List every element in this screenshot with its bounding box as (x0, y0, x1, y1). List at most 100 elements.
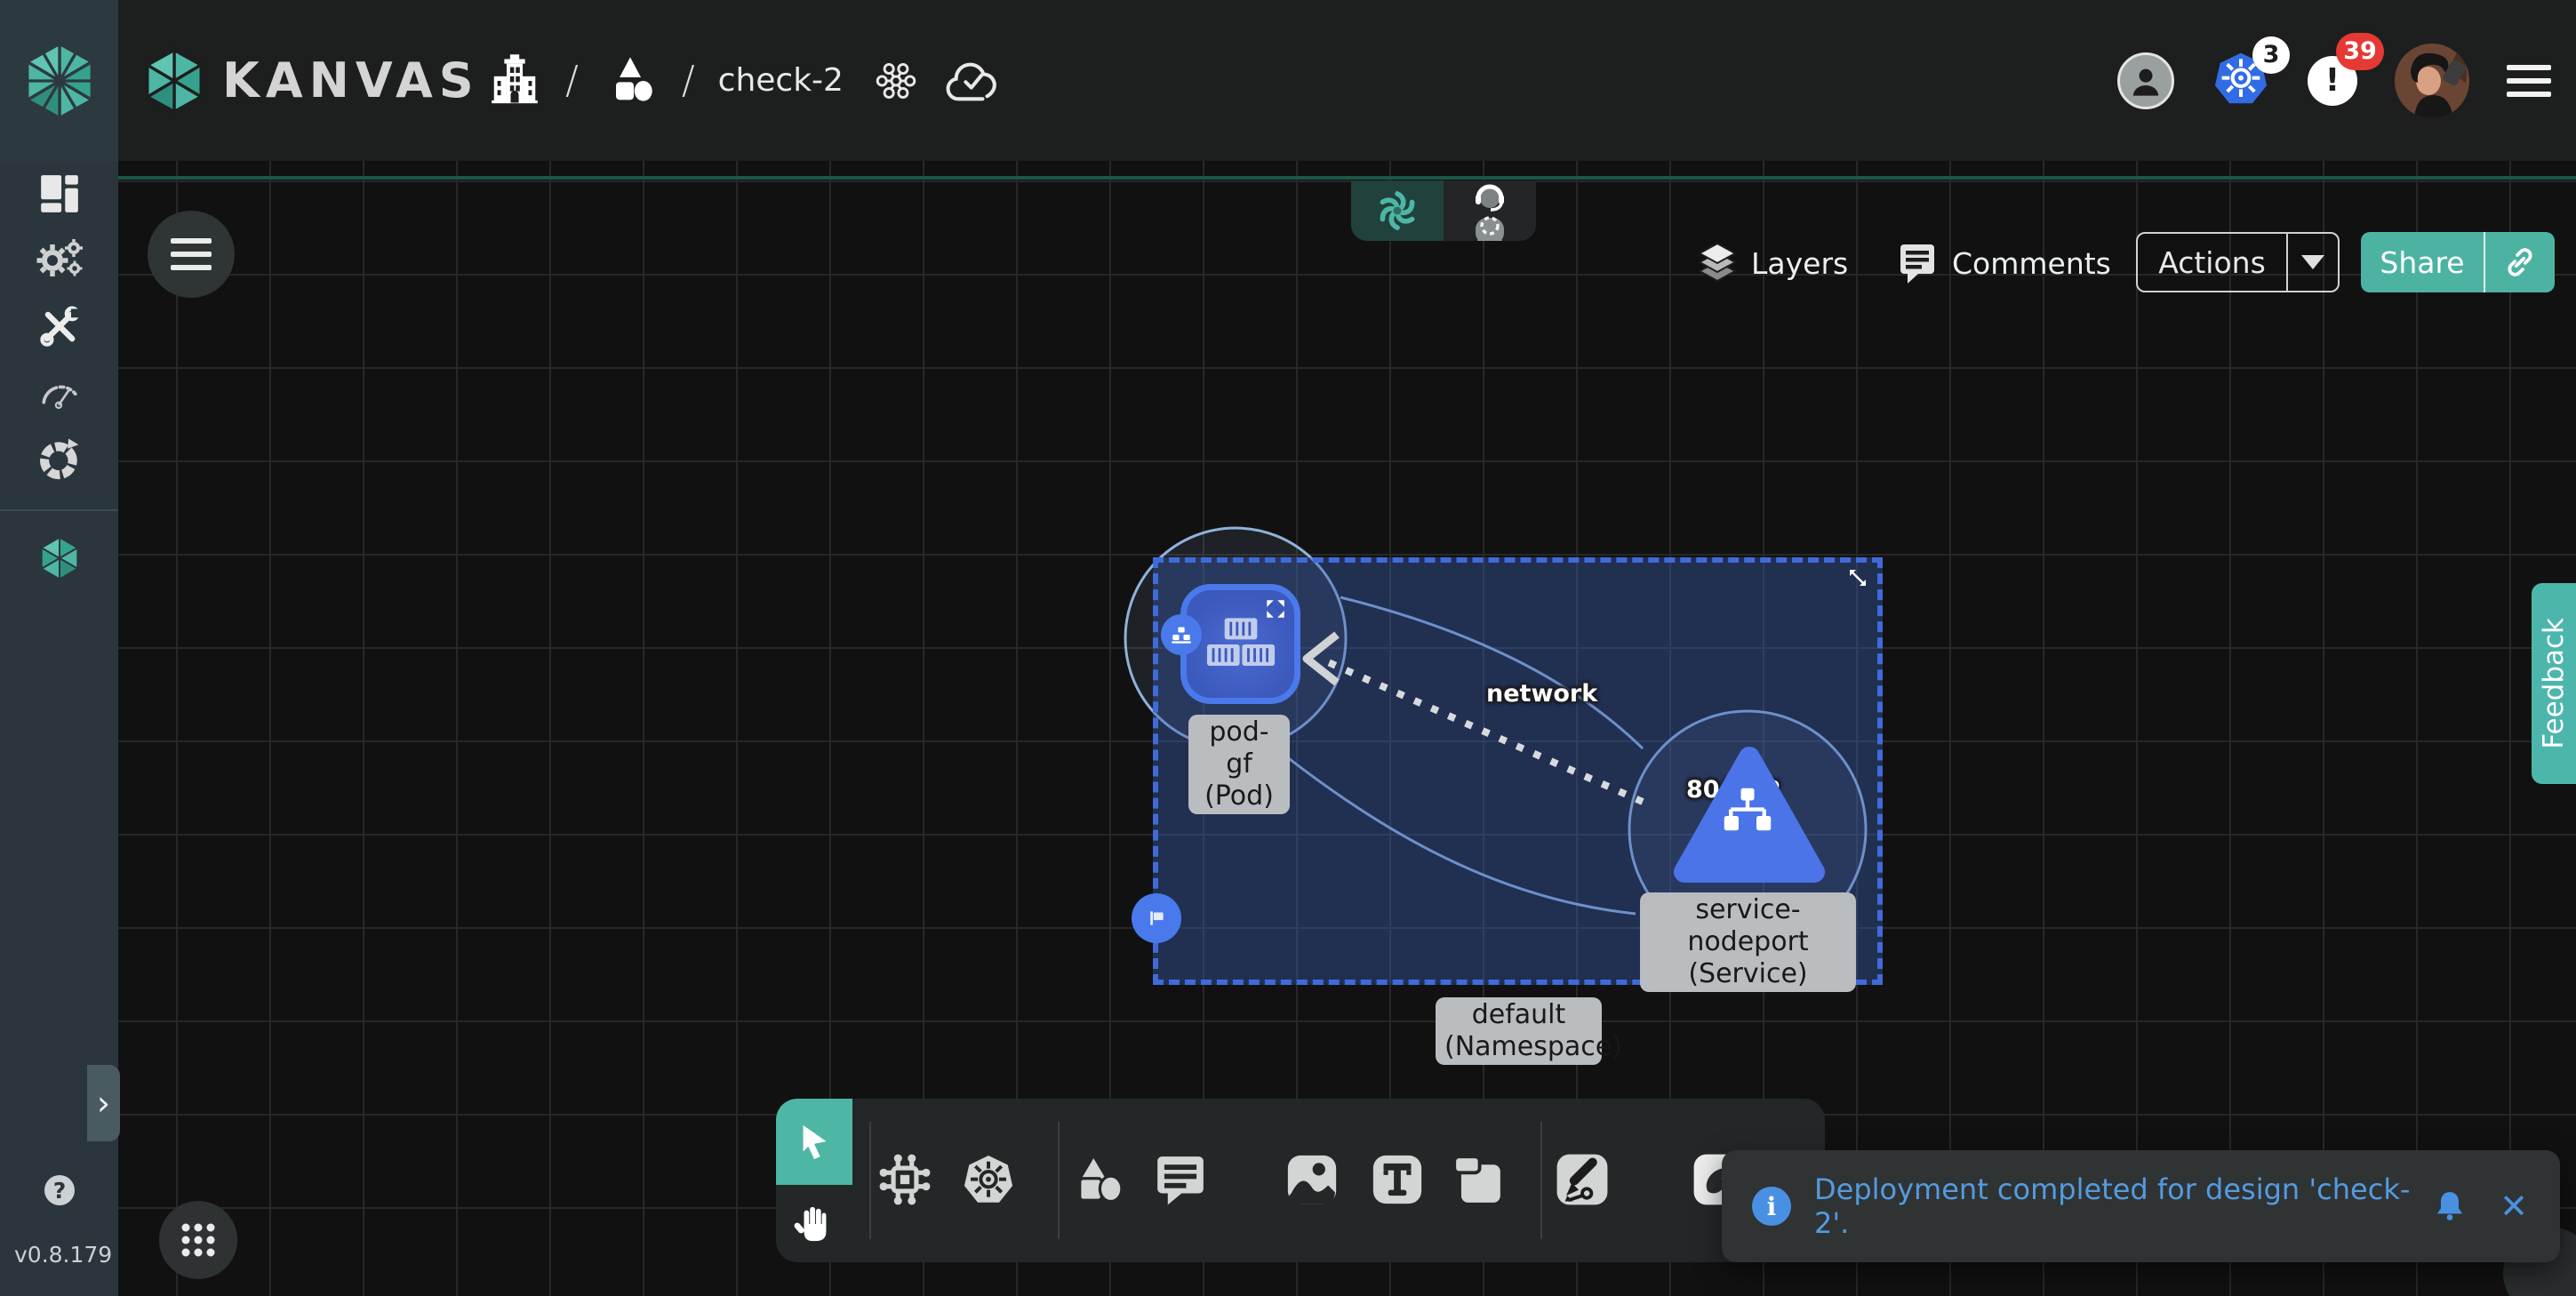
actions-button[interactable]: Actions (2136, 232, 2340, 292)
header-right: 3 ! 39 (2117, 0, 2551, 161)
person-icon (2128, 63, 2164, 99)
meshery-logo-icon (21, 38, 98, 124)
actions-dropdown[interactable] (2288, 255, 2338, 269)
edge-label: network (1486, 680, 1597, 708)
anonymous-avatar[interactable] (2117, 52, 2174, 109)
layers-button[interactable]: Layers (1698, 229, 1848, 297)
breadcrumb: / / check-2 (487, 0, 1002, 161)
pod-kind: (Pod) (1197, 780, 1281, 812)
hand-icon (794, 1204, 835, 1244)
meshery-swirl-icon (1373, 187, 1421, 235)
grid-dots-icon (179, 1220, 218, 1260)
sidebar-item-configuration[interactable] (0, 303, 118, 349)
namespace-badge[interactable] (1132, 893, 1181, 943)
share-label: Share (2361, 245, 2484, 280)
pod-badge[interactable] (1161, 614, 1202, 655)
resize-handle-icon[interactable] (1847, 567, 1868, 588)
toolbar-divider (1058, 1122, 1060, 1239)
app-title: KANVAS (222, 52, 480, 108)
pod-badge-icon (1170, 625, 1193, 644)
kubernetes-tool-icon[interactable] (960, 1152, 1017, 1209)
sidebar-logo-block[interactable] (0, 0, 118, 161)
menu-button[interactable] (2507, 65, 2551, 97)
collaborator-meshery[interactable] (1351, 180, 1444, 241)
design-nodes-icon[interactable] (872, 57, 920, 105)
collaborator-support-user[interactable] (1444, 180, 1536, 241)
bottom-toolbar (776, 1099, 1825, 1262)
breadcrumb-separator: / (565, 58, 579, 103)
image-tool-icon[interactable] (1284, 1152, 1340, 1207)
sidebar-item-kanvas[interactable] (0, 534, 118, 582)
copy-link-button[interactable] (2485, 244, 2555, 280)
gauge-icon (36, 369, 83, 410)
cloud-saved-icon (943, 55, 1002, 107)
share-button[interactable]: Share (2361, 232, 2555, 292)
link-icon (2502, 244, 2538, 280)
select-tool[interactable] (776, 1099, 852, 1185)
headset-user-icon (1454, 182, 1525, 241)
apps-grid-button[interactable] (159, 1201, 237, 1279)
sidebar-item-performance[interactable] (0, 369, 118, 410)
collaborator-panel (1351, 180, 1536, 241)
deployment-toast: i Deployment completed for design 'check… (1722, 1150, 2560, 1262)
kanvas-app: network 80/TCP pod-gf (P (0, 0, 2576, 1296)
toast-message: Deployment completed for design 'check-2… (1814, 1172, 2432, 1240)
service-kind: (Service) (1649, 958, 1847, 990)
notification-count-badge: 39 (2336, 33, 2384, 70)
sidebar-divider (0, 509, 118, 511)
gears-icon (36, 237, 84, 282)
service-name: service-nodeport (1649, 894, 1847, 958)
sidebar-expand-button[interactable]: › (87, 1065, 120, 1141)
sidebar-item-extensions[interactable] (0, 435, 118, 483)
components-tool-icon[interactable] (877, 1152, 932, 1207)
close-icon[interactable]: ✕ (2500, 1187, 2528, 1226)
tools-icon (36, 303, 83, 349)
canvas-menu-button[interactable] (148, 211, 235, 298)
actions-label: Actions (2138, 245, 2286, 280)
cursor-icon (794, 1122, 835, 1163)
view-controls: Layers Comments Actions Share (1689, 229, 2569, 297)
service-label[interactable]: service-nodeport (Service) (1640, 892, 1856, 992)
version-text: v0.8.179 (14, 1242, 112, 1268)
pan-tool[interactable] (776, 1185, 852, 1262)
pen-tool-icon[interactable] (1555, 1152, 1610, 1207)
kubernetes-count-badge: 3 (2252, 36, 2290, 74)
brand[interactable]: KANVAS (142, 0, 480, 161)
pod-name: pod-gf (1197, 716, 1281, 780)
note-tool-icon[interactable] (1450, 1152, 1505, 1207)
breadcrumb-design-name[interactable]: check-2 (718, 62, 844, 99)
service-tree-icon (1721, 786, 1774, 837)
comment-tool-icon[interactable] (1153, 1152, 1208, 1207)
toolbar-divider (869, 1122, 871, 1239)
comments-button[interactable]: Comments (1897, 229, 2111, 297)
layers-icon (1698, 242, 1737, 284)
notifications-button[interactable]: ! 39 (2308, 56, 2357, 106)
kubernetes-context-switcher[interactable]: 3 (2212, 51, 2270, 111)
feedback-label: Feedback (2538, 618, 2570, 749)
layers-label: Layers (1751, 246, 1848, 281)
designs-icon[interactable] (602, 52, 659, 109)
namespace-label[interactable]: default (Namespace) (1436, 997, 1602, 1065)
kanvas-hex-icon (37, 534, 82, 582)
comments-label: Comments (1952, 246, 2111, 281)
feedback-tab[interactable]: Feedback (2532, 583, 2576, 784)
bell-icon[interactable] (2432, 1188, 2468, 1225)
shapes-tool-icon[interactable] (1073, 1152, 1128, 1207)
info-icon: i (1752, 1187, 1791, 1226)
namespace-kind: (Namespace) (1444, 1031, 1593, 1063)
breadcrumb-separator: / (682, 58, 695, 103)
help-icon: ? (53, 1178, 67, 1204)
containers-icon (1202, 617, 1280, 672)
pod-label[interactable]: pod-gf (Pod) (1188, 715, 1290, 814)
canvas-accent-line (118, 176, 2576, 180)
app-header: KANVAS (0, 0, 2576, 161)
chevron-down-icon (2301, 255, 2324, 269)
organization-icon[interactable] (487, 52, 542, 109)
user-avatar-image (2395, 44, 2469, 118)
sidebar-item-dashboard[interactable] (0, 172, 118, 216)
user-avatar[interactable] (2395, 44, 2469, 118)
chevron-right-icon: › (97, 1084, 110, 1123)
sidebar-item-lifecycle[interactable] (0, 237, 118, 282)
text-tool-icon[interactable] (1370, 1152, 1425, 1207)
help-button[interactable]: ? (44, 1175, 75, 1205)
